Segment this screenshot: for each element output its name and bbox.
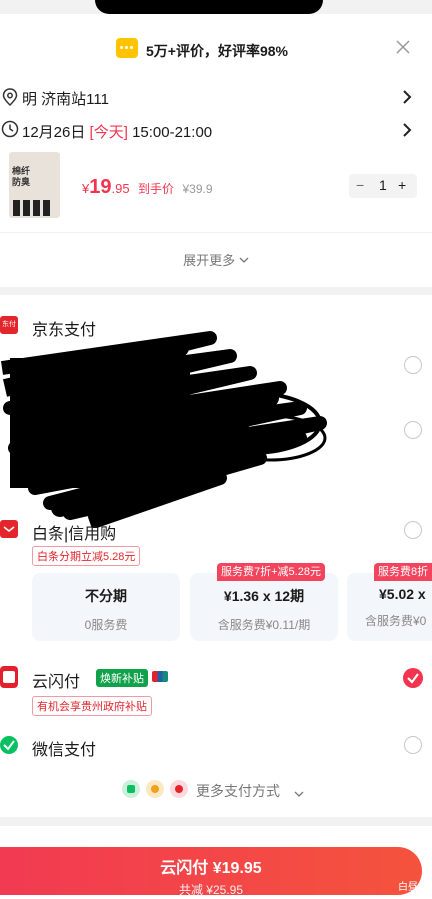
installment-label: ¥1.36 x 12期 [223, 588, 305, 604]
more-payment-methods[interactable]: 更多支付方式 [120, 778, 320, 800]
installment-sub: 0服务费 [84, 618, 128, 632]
address-text: 明 济南站111 [22, 91, 109, 108]
thumb-text: 棉纤防臭 [12, 166, 31, 187]
wechat-pay-icon [0, 736, 18, 754]
installment-discount-tag: 服务费7折+减5.28元 [217, 563, 325, 581]
plus-button[interactable]: + [398, 177, 406, 193]
original-price: ¥39.9 [182, 182, 213, 196]
pay-button-saving: 共减 ¥25.95 [178, 883, 244, 897]
more-payment-label: 更多支付方式 [196, 783, 280, 799]
wechat-pay-radio[interactable] [404, 736, 422, 754]
delivery-text: 12月26日 [今天] 15:00-21:00 [22, 121, 212, 142]
installment-label: ¥5.02 x [379, 586, 426, 602]
jd-pay-icon-text: 东付 [2, 321, 16, 328]
pay-button-label: 云闪付 ¥19.95 [160, 860, 262, 877]
unionpay-selected-check-icon[interactable] [403, 668, 423, 688]
unionpay-promo-tag: 有机会享贵州政府补贴 [32, 696, 152, 716]
unionpay-subsidy-badge: 焕新补贴 [96, 669, 148, 687]
price-label: 到手价 [138, 182, 175, 196]
corner-label: 白昼 [398, 882, 418, 893]
rating-text: 5万+评价，好评率98% [146, 43, 288, 59]
expand-label: 展开更多 [183, 253, 236, 268]
installment-option-none[interactable]: 不分期 0服务费 [32, 573, 180, 641]
radio-option-2[interactable] [404, 421, 422, 439]
product-thumbnail[interactable]: 棉纤防臭 [9, 152, 60, 218]
price-int: 19 [89, 176, 112, 198]
bag-icon [122, 780, 140, 798]
radio-option-1[interactable] [404, 356, 422, 374]
redaction-scribble [0, 328, 330, 530]
chevron-down-icon [239, 253, 249, 268]
unionpay-icon [0, 666, 18, 688]
unionpay-card-icon [152, 671, 168, 682]
chevron-down-icon [294, 786, 304, 804]
divider [0, 232, 432, 233]
clock-icon [1, 120, 19, 143]
baitiao-title: 白条|信用购 [32, 526, 117, 543]
installment-option-partial[interactable]: 服务费8折 ¥5.02 x 含服务费¥0 [347, 563, 432, 641]
message-icon [116, 38, 138, 58]
minus-button[interactable]: − [356, 177, 364, 193]
chevron-right-icon [402, 123, 412, 142]
installment-sub: 含服务费¥0.11/期 [217, 618, 311, 632]
product-price: ¥19.95 到手价 ¥39.9 [82, 176, 213, 199]
baitiao-radio[interactable] [404, 521, 422, 539]
order-info-card: 明 济南站111 12月26日 [今天] 15:00-21:00 棉纤防臭 ¥1… [0, 84, 432, 287]
pay-button[interactable]: 云闪付 ¥19.95 共减 ¥25.95 [0, 847, 422, 897]
delivery-row[interactable]: 12月26日 [今天] 15:00-21:00 [0, 117, 432, 143]
socks-image [13, 200, 57, 216]
address-row[interactable]: 明 济南站111 [0, 84, 432, 110]
installment-option-12[interactable]: 服务费7折+减5.28元 ¥1.36 x 12期 含服务费¥0.11/期 [190, 563, 338, 641]
quantity-value[interactable]: 1 [379, 177, 387, 193]
coin-icon [146, 780, 164, 798]
delivery-time: 15:00-21:00 [132, 124, 213, 141]
quantity-stepper: − 1 + [349, 174, 417, 198]
heart-icon [170, 780, 188, 798]
delivery-today: [今天] [89, 124, 128, 141]
wechat-pay-title: 微信支付 [32, 742, 97, 759]
status-pill [95, 0, 323, 14]
installment-sub: 含服务费¥0 [365, 614, 427, 628]
installment-label: 不分期 [85, 588, 127, 604]
rating-banner: 5万+评价，好评率98% [0, 14, 432, 84]
delivery-date: 12月26日 [22, 124, 86, 141]
price-dec: .95 [111, 181, 130, 196]
close-icon[interactable] [394, 38, 412, 56]
installment-discount-tag: 服务费8折 [374, 563, 432, 581]
expand-more-button[interactable]: 展开更多 [0, 250, 432, 269]
chevron-right-icon [402, 90, 412, 109]
location-icon [2, 88, 18, 111]
baitiao-icon [0, 520, 18, 538]
unionpay-title: 云闪付 [32, 674, 81, 691]
baitiao-promo-tag: 白条分期立减5.28元 [32, 546, 141, 566]
